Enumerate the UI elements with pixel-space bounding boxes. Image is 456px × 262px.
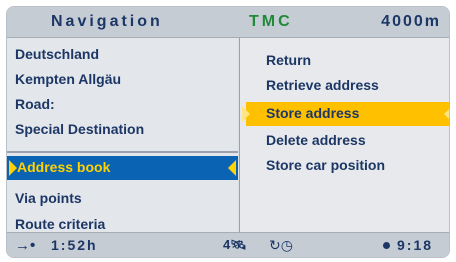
distance-readout: 4000m [381,13,441,30]
menu-item-route-criteria[interactable]: Route criteria [15,216,105,232]
menu-item-country[interactable]: Deutschland [15,46,99,62]
menu-item-delete-address[interactable]: Delete address [266,132,366,148]
selection-arrow-left-icon [9,160,17,176]
clock-icon: ◷ [280,237,293,253]
menu-item-city[interactable]: Kempten Allgäu [15,71,121,87]
menu-item-label: Store address [266,105,360,121]
route-arrow-icon: →• [15,237,36,254]
screen-title: Navigation [51,13,163,30]
menu-item-retrieve-address[interactable]: Retrieve address [266,77,379,93]
menu-item-address-book[interactable]: Address book [7,156,238,180]
menu-item-return[interactable]: Return [266,52,311,68]
satellite-icon: 🛰 [230,237,247,252]
menu-item-road[interactable]: Road: [15,96,55,112]
top-bar: Navigation TMC 4000m [7,7,449,38]
menu-item-store-address[interactable]: Store address [242,102,449,126]
menu-item-via-points[interactable]: Via points [15,190,82,206]
left-menu: Deutschland Kempten Allgäu Road: Special… [7,38,238,234]
travel-time: 1:52h [51,237,98,253]
satellite-count: 4🛰 [223,237,247,252]
selection-arrow-right-icon [444,106,449,122]
menu-item-store-car-position[interactable]: Store car position [266,157,385,173]
refresh-icon: ↻ [269,237,281,253]
selection-arrow-left-icon [242,106,250,122]
right-menu: Return Retrieve address Store address De… [239,38,449,234]
status-bar: →• 1:52h 4🛰 ↻◷ 9:18 [7,232,449,257]
menu-item-label: Address book [17,159,111,175]
status-icons: ↻◷ [269,237,293,254]
menu-divider [7,151,238,153]
clock-time: 9:18 [397,237,434,253]
nav-screen: Navigation TMC 4000m Deutschland Kempten… [6,6,450,258]
tmc-indicator: TMC [249,13,293,30]
clock-dot-icon [383,242,390,249]
selection-arrow-right-icon [228,160,236,176]
menu-item-special-destination[interactable]: Special Destination [15,121,144,137]
